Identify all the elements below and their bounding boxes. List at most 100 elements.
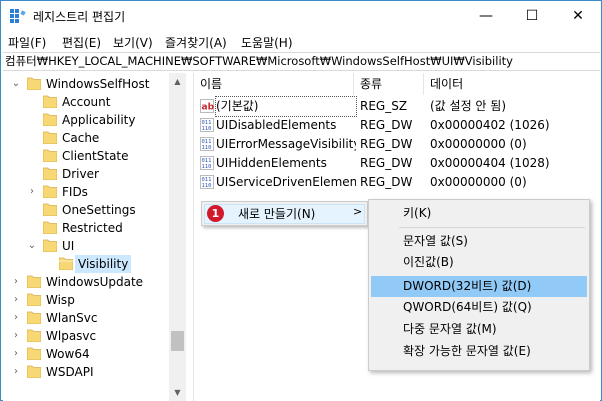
scroll-down-icon[interactable]: ▼ xyxy=(169,384,186,401)
tree-item[interactable]: › WSDAPI xyxy=(3,363,169,381)
collapsed-chevron-icon[interactable]: › xyxy=(11,291,21,309)
svg-text:110: 110 xyxy=(202,145,212,151)
tree-item[interactable]: Visibility xyxy=(3,255,169,273)
tree-item-label: FIDs xyxy=(62,185,88,199)
submenu-item[interactable]: QWORD(64비트) 값(Q) xyxy=(371,297,587,318)
title-bar[interactable]: 레지스트리 편집기 — ☐ ✕ xyxy=(1,1,601,31)
close-button[interactable]: ✕ xyxy=(555,1,601,31)
submenu-arrow-icon: > xyxy=(353,205,363,218)
value-row[interactable]: 011110UIServiceDrivenElement... REG_DW 0x0… xyxy=(194,173,600,192)
tree-item[interactable]: › Wlpasvc xyxy=(3,327,169,345)
registry-key-tree: ⌄ WindowsSelfHost Account Applicability Cach… xyxy=(3,73,189,401)
collapsed-chevron-icon[interactable]: › xyxy=(11,345,21,363)
tree-item[interactable]: Restricted xyxy=(3,219,169,237)
value-type: REG_SZ xyxy=(360,99,408,113)
string-value-icon: ab xyxy=(200,99,215,113)
submenu-item[interactable]: 키(K) xyxy=(371,203,587,224)
tree-item[interactable]: › Wisp xyxy=(3,291,169,309)
column-header-name[interactable]: 이름 xyxy=(194,73,354,95)
value-row[interactable]: ab (기본값) REG_SZ (값 설정 안 됨) xyxy=(194,96,600,117)
address-bar[interactable]: 컴퓨터₩HKEY_LOCAL_MACHINE₩SOFTWARE₩Microsof… xyxy=(3,52,600,71)
new-menu-label: 새로 만들기(N) xyxy=(238,207,316,221)
folder-icon xyxy=(42,167,58,181)
binary-value-icon: 011 110 xyxy=(200,156,214,170)
collapsed-chevron-icon[interactable]: › xyxy=(27,183,37,201)
tree-item[interactable]: › WindowsUpdate xyxy=(3,273,169,291)
folder-icon xyxy=(42,149,58,163)
value-row[interactable]: 011 110 UIErrorMessageVisibility REG_DW 0x00… xyxy=(194,135,600,154)
tree-item-label: WindowsUpdate xyxy=(46,275,144,289)
tree-item-label: Applicability xyxy=(62,113,136,127)
folder-icon xyxy=(42,185,58,199)
folder-icon xyxy=(26,77,42,91)
tree-item-label: Restricted xyxy=(62,221,123,235)
expanded-chevron-icon[interactable]: ⌄ xyxy=(27,237,37,255)
menu-file[interactable]: 파일(F) xyxy=(8,34,46,51)
value-type: REG_DW xyxy=(360,175,413,189)
scroll-thumb[interactable] xyxy=(171,331,184,351)
tree-item[interactable]: ⌄ WindowsSelfHost xyxy=(3,75,169,93)
value-type: REG_DW xyxy=(360,118,413,132)
submenu-item[interactable]: DWORD(32비트) 값(D) xyxy=(371,276,587,297)
submenu-item[interactable]: 문자열 값(S) xyxy=(371,231,587,252)
tree-item[interactable]: Cache xyxy=(3,129,169,147)
svg-text:ab: ab xyxy=(202,103,215,113)
value-name: UIServiceDrivenElement... xyxy=(216,175,356,189)
submenu-item[interactable]: 이진값(B) xyxy=(371,252,587,273)
column-header-data[interactable]: 데이터 xyxy=(424,73,600,95)
folder-icon xyxy=(26,311,42,325)
menu-favorites[interactable]: 즐겨찾기(A) xyxy=(165,34,227,51)
submenu-item[interactable]: 확장 가능한 문자열 값(E) xyxy=(371,341,587,362)
menu-help[interactable]: 도움말(H) xyxy=(241,34,293,51)
svg-text:110: 110 xyxy=(202,164,212,170)
menu-view[interactable]: 보기(V) xyxy=(113,34,153,51)
registry-editor-icon xyxy=(10,9,26,23)
value-row[interactable]: 011 110 UIDisabledElements REG_DW 0x00000402… xyxy=(194,116,600,135)
tree-item[interactable]: OneSettings xyxy=(3,201,169,219)
expanded-chevron-icon[interactable]: ⌄ xyxy=(11,75,21,93)
collapsed-chevron-icon[interactable]: › xyxy=(11,309,21,327)
folder-icon xyxy=(26,329,42,343)
menu-edit[interactable]: 편집(E) xyxy=(62,34,101,51)
tree-item[interactable]: ClientState xyxy=(3,147,169,165)
tree-item[interactable]: ⌄ UI xyxy=(3,237,169,255)
value-type: REG_DW xyxy=(360,156,413,170)
svg-text:110: 110 xyxy=(202,126,212,132)
scroll-up-icon[interactable]: ▲ xyxy=(169,73,186,90)
step-badge: 1 xyxy=(207,205,224,222)
minimize-icon: — xyxy=(479,8,493,24)
tree-item-label: Wlpasvc xyxy=(46,329,97,343)
folder-icon xyxy=(42,95,58,109)
submenu-item[interactable]: 다중 문자열 값(M) xyxy=(371,319,587,340)
value-name: (기본값) xyxy=(215,96,357,117)
menu-bar: 파일(F) 편집(E) 보기(V) 즐겨찾기(A) 도움말(H) xyxy=(1,31,601,51)
binary-value-icon: 011 110 xyxy=(200,118,214,132)
tree-item[interactable]: › WlanSvc xyxy=(3,309,169,327)
minimize-button[interactable]: — xyxy=(463,1,509,31)
tree-item-label: Cache xyxy=(62,131,100,145)
tree-item[interactable]: › Wow64 xyxy=(3,345,169,363)
tree-item-label: OneSettings xyxy=(62,203,136,217)
value-name: UIDisabledElements xyxy=(216,118,337,132)
column-header-type[interactable]: 종류 xyxy=(354,73,424,95)
collapsed-chevron-icon[interactable]: › xyxy=(11,273,21,291)
tree-item-label: Wow64 xyxy=(46,347,90,361)
tree-scrollbar[interactable]: ▲ ▼ xyxy=(169,73,186,401)
tree-item-label: Visibility xyxy=(75,255,132,273)
folder-icon xyxy=(42,113,58,127)
tree-item-label: WindowsSelfHost xyxy=(46,77,150,91)
value-data: 0x00000402 (1026) xyxy=(430,118,550,132)
value-row[interactable]: 011 110 UIHiddenElements REG_DW 0x00000404 (… xyxy=(194,154,600,173)
tree-item-label: ClientState xyxy=(62,149,129,163)
collapsed-chevron-icon[interactable]: › xyxy=(11,363,21,381)
folder-icon xyxy=(26,365,42,379)
tree-item[interactable]: › FIDs xyxy=(3,183,169,201)
value-data: (값 설정 안 됨) xyxy=(430,99,507,113)
maximize-button[interactable]: ☐ xyxy=(509,1,555,31)
context-menu: 1 새로 만들기(N) > xyxy=(201,201,368,226)
value-data: 0x00000404 (1028) xyxy=(430,156,550,170)
tree-item[interactable]: Applicability xyxy=(3,111,169,129)
tree-item[interactable]: Account xyxy=(3,93,169,111)
collapsed-chevron-icon[interactable]: › xyxy=(11,327,21,345)
tree-item[interactable]: Driver xyxy=(3,165,169,183)
